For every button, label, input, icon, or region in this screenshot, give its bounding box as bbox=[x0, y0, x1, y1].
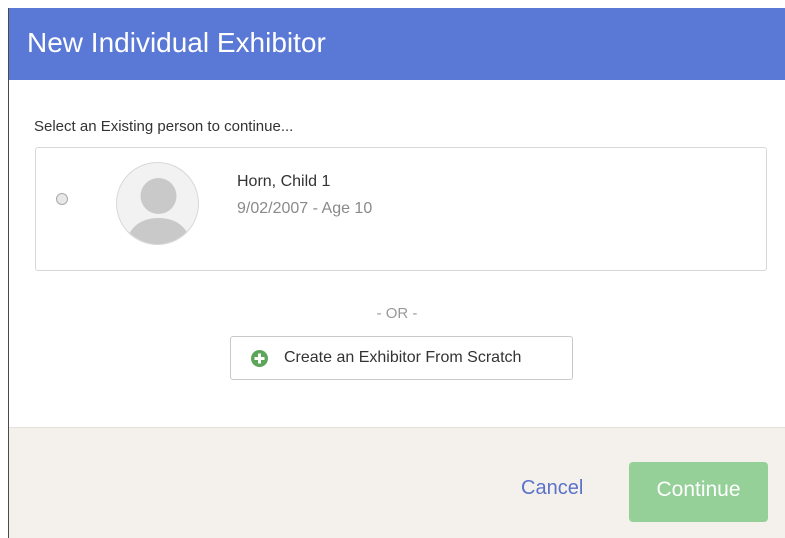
or-divider: - OR - bbox=[376, 305, 418, 322]
continue-label: Continue bbox=[656, 478, 741, 501]
dialog-title: New Individual Exhibitor bbox=[27, 27, 326, 58]
cancel-button[interactable]: Cancel bbox=[521, 477, 583, 500]
create-exhibitor-label: Create an Exhibitor From Scratch bbox=[284, 349, 522, 366]
select-person-prompt: Select an Existing person to continue... bbox=[34, 118, 294, 135]
dialog-header: New Individual Exhibitor bbox=[9, 8, 785, 80]
dialog-footer: Cancel Continue bbox=[9, 427, 785, 538]
person-card[interactable]: Horn, Child 1 9/02/2007 - Age 10 bbox=[35, 147, 767, 271]
person-birthdate-age: 9/02/2007 - Age 10 bbox=[237, 200, 373, 217]
new-exhibitor-dialog: New Individual Exhibitor Select an Exist… bbox=[8, 8, 785, 538]
user-avatar-icon bbox=[116, 162, 199, 245]
plus-circle-icon bbox=[251, 350, 268, 367]
create-exhibitor-button[interactable]: Create an Exhibitor From Scratch bbox=[230, 336, 573, 380]
continue-button[interactable]: Continue bbox=[629, 462, 768, 522]
person-name: Horn, Child 1 bbox=[237, 173, 331, 190]
person-radio[interactable] bbox=[56, 193, 68, 205]
